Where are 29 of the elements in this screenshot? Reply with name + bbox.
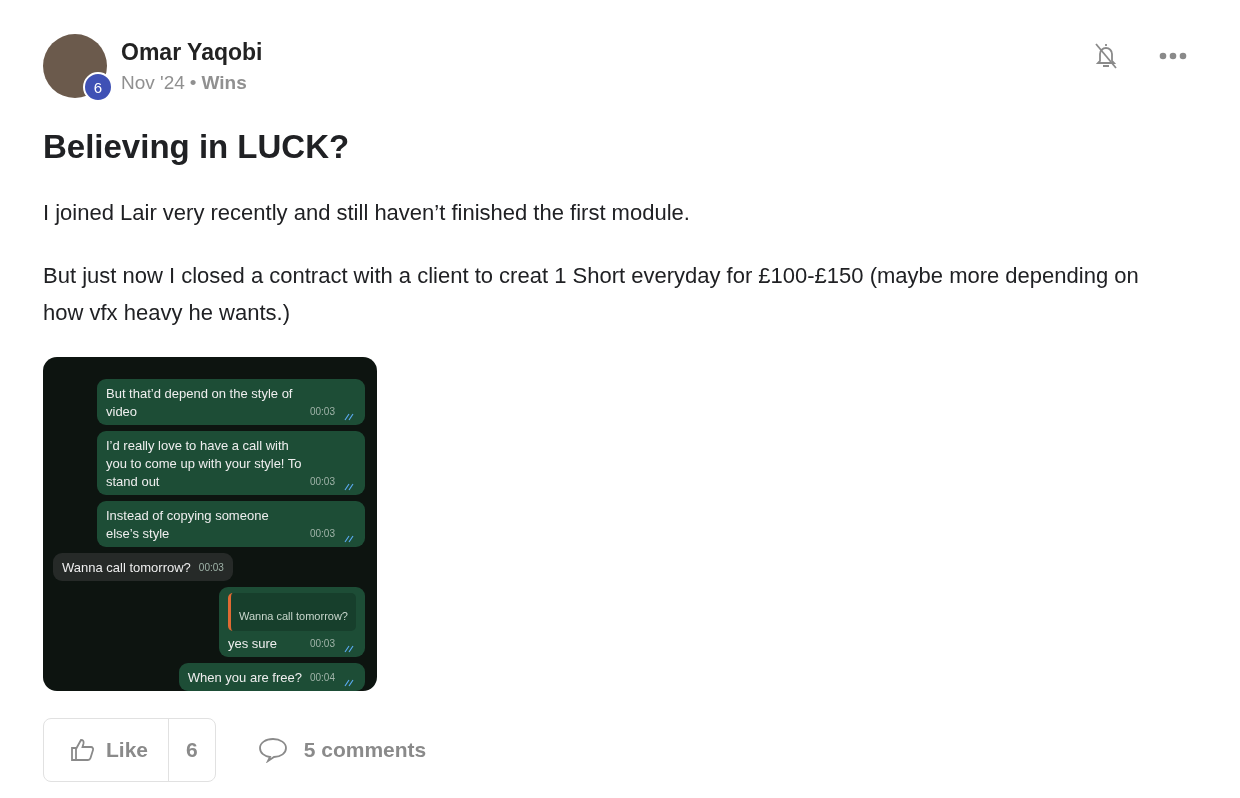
author-name[interactable]: Omar Yaqobi [121, 38, 1079, 66]
message-text: I’d really love to have a call with you to come up with your style! To stand out [106, 437, 302, 491]
message-time: 00:03 [309, 475, 335, 489]
speech-bubble-icon [257, 737, 288, 763]
message-time: 00:03 [198, 561, 224, 575]
quoted-message: Wanna call tomorrow? [227, 593, 356, 631]
message-time: 00:03 [309, 405, 335, 419]
message-text: Instead of copying someone else’s style [106, 507, 270, 543]
separator-dot: • [189, 71, 197, 94]
post-paragraph: I joined Lair very recently and still haven’t finished the first module. [43, 199, 691, 227]
comments-link[interactable]: 5 comments [257, 737, 427, 763]
message-text: yes sure [227, 635, 278, 653]
message-text: When you are free? [187, 669, 302, 687]
post-date: Nov '24 [121, 71, 185, 94]
like-button[interactable]: Like [44, 719, 170, 781]
post-category[interactable]: Wins [201, 71, 247, 94]
like-count: 6 [185, 737, 199, 763]
post-title: Believing in LUCK? [43, 128, 351, 166]
thumbs-up-icon [70, 738, 96, 762]
message-text: But that’d depend on the style of video [106, 385, 294, 421]
chat-screenshot[interactable] [43, 357, 377, 691]
more-options-icon[interactable] [1159, 52, 1187, 60]
post-paragraph: But just now I closed a contract with a client to creat 1 Short everyday for £100-£150 (maybe more depending on how vfx heavy he wants.) [43, 262, 1140, 327]
bell-off-icon[interactable] [1093, 41, 1119, 71]
message-text: Wanna call tomorrow? [62, 559, 191, 577]
message-time: 00:03 [309, 637, 335, 651]
level-badge: 6 [83, 72, 113, 102]
message-time: 00:04 [309, 671, 335, 685]
message-time: 00:03 [309, 527, 335, 541]
